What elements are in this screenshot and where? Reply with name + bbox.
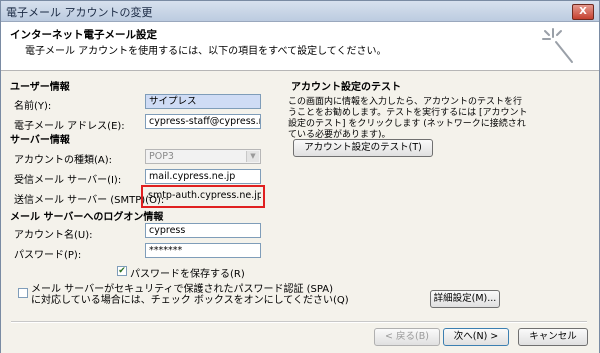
spa-label-line2: に対応している場合には、チェック ボックスをオンにしてください(Q) (31, 295, 349, 306)
save-password-checkbox[interactable]: ✔ (117, 266, 127, 276)
spa-label-line1: メール サーバーがセキュリティで保護されたパスワード認証 (SPA) (31, 284, 334, 295)
email-label: 電子メール アドレス(E): (14, 121, 125, 132)
incoming-server-label: 受信メール サーバー(I): (14, 175, 122, 186)
password-label: パスワード(P): (14, 250, 82, 261)
name-label: 名前(Y): (14, 101, 52, 112)
header-title: インターネット電子メール設定 (10, 29, 157, 41)
user-info-heading: ユーザー情報 (10, 82, 70, 93)
close-button[interactable]: X (572, 4, 594, 20)
window-title: 電子メール アカウントの変更 (6, 6, 153, 19)
test-account-button[interactable]: アカウント設定のテスト(T) (293, 139, 433, 157)
checkmark-icon: ✔ (118, 266, 126, 276)
cancel-button[interactable]: キャンセル (518, 328, 588, 346)
account-type-value: POP3 (149, 151, 174, 162)
test-heading: アカウント設定のテスト (291, 82, 401, 93)
title-bar: 電子メール アカウントの変更 X (1, 1, 599, 22)
name-field[interactable]: サイプレス (145, 94, 261, 109)
dialog-header: インターネット電子メール設定 電子メール アカウントを使用するには、以下の項目を… (1, 22, 599, 71)
account-name-label: アカウント名(U): (14, 230, 93, 241)
save-password-label: パスワードを保存する(R) (130, 269, 245, 280)
wizard-sparkle-icon (542, 28, 573, 63)
account-type-select: POP3 ▼ (145, 149, 261, 164)
dialog-window: 電子メール アカウントの変更 X インターネット電子メール設定 電子メール アカ… (0, 0, 600, 353)
account-type-label: アカウントの種類(A): (14, 155, 113, 166)
account-name-field[interactable]: cypress (145, 223, 261, 238)
header-subtitle: 電子メール アカウントを使用するには、以下の項目をすべて設定してください。 (25, 46, 387, 57)
email-field[interactable]: cypress-staff@cypress.ne.jp (145, 114, 261, 129)
back-button[interactable]: < 戻る(B) (374, 328, 440, 346)
more-settings-button[interactable]: 詳細設定(M)... (430, 290, 500, 308)
incoming-server-field[interactable]: mail.cypress.ne.jp (145, 169, 261, 184)
logon-info-heading: メール サーバーへのログオン情報 (10, 212, 164, 223)
next-button[interactable]: 次へ(N) > (443, 328, 509, 346)
password-field[interactable]: ******* (145, 243, 261, 258)
chevron-down-icon: ▼ (246, 151, 259, 162)
close-icon: X (579, 6, 587, 17)
spa-checkbox[interactable] (18, 288, 28, 298)
outgoing-server-field[interactable]: smtp-auth.cypress.ne.jp (145, 189, 261, 204)
test-description: この画面内に情報を入力したら、アカウントのテストを行うことをお勧めします。テスト… (288, 97, 528, 140)
footer-divider (11, 321, 587, 323)
dialog-body: ユーザー情報 名前(Y): サイプレス 電子メール アドレス(E): cypre… (1, 71, 599, 353)
server-info-heading: サーバー情報 (10, 135, 70, 146)
